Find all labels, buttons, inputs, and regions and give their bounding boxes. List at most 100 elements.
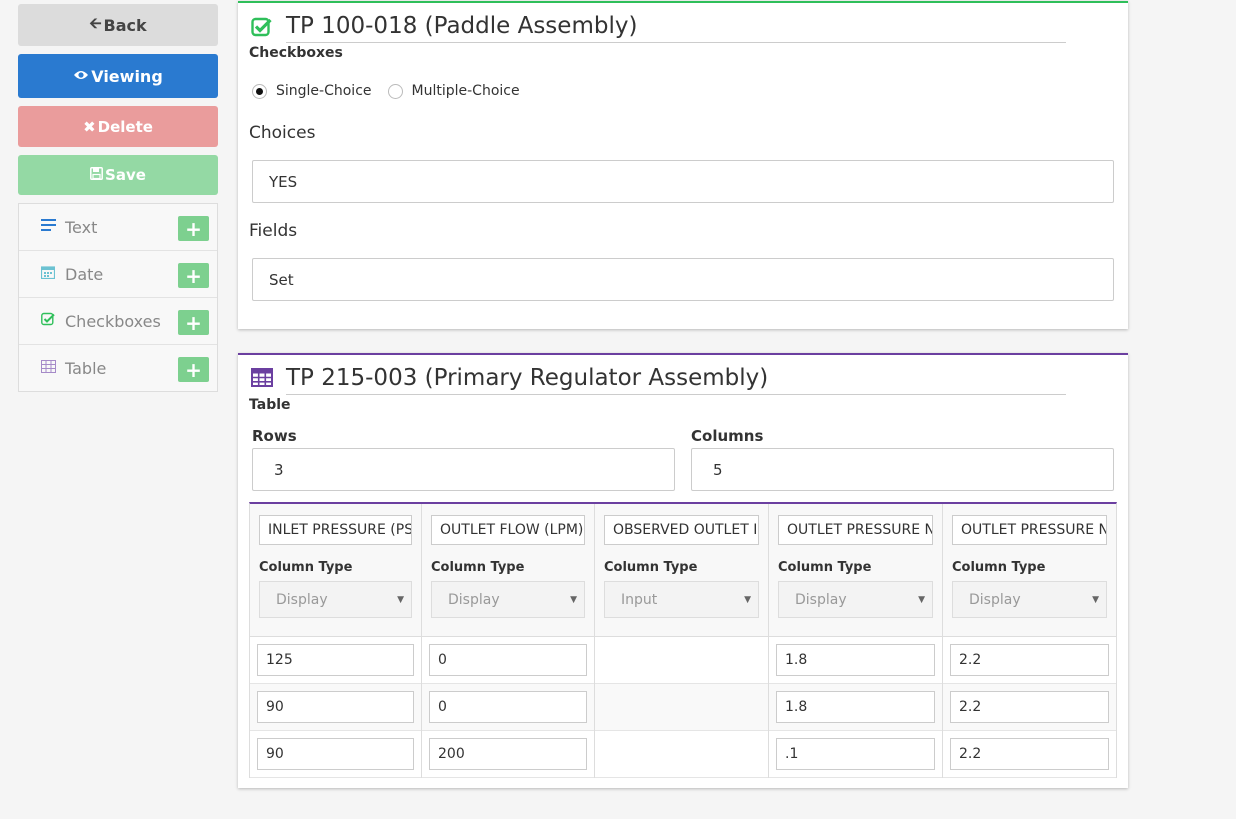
table-column: OUTLET PRESSURE N Column Type Display ▼ … xyxy=(769,504,943,778)
card-kind-label: Table xyxy=(249,397,291,413)
save-button[interactable]: Save xyxy=(18,155,218,195)
column-type-select[interactable]: Input ▼ xyxy=(604,581,759,618)
table-row: 2.2 xyxy=(943,731,1116,778)
back-label: Back xyxy=(103,15,147,35)
checkboxes-card: TP 100-018 (Paddle Assembly) Checkboxes … xyxy=(238,1,1128,329)
table-row xyxy=(595,637,768,684)
column-header: OUTLET PRESSURE N Column Type Display ▼ xyxy=(943,504,1116,637)
add-table-button[interactable]: + xyxy=(178,357,209,382)
palette-item-checkboxes: Checkboxes + xyxy=(19,298,217,345)
cell-input[interactable]: 0 xyxy=(429,644,587,676)
column-type-label: Column Type xyxy=(604,560,698,575)
column-header-input[interactable]: OUTLET FLOW (LPM) xyxy=(431,515,585,545)
arrow-left-icon: 🡨 xyxy=(89,13,102,32)
column-type-select[interactable]: Display ▼ xyxy=(952,581,1107,618)
caret-down-icon: ▼ xyxy=(570,595,577,605)
column-type-select[interactable]: Display ▼ xyxy=(778,581,933,618)
caret-down-icon: ▼ xyxy=(744,595,751,605)
close-icon: ✖ xyxy=(83,117,96,136)
palette-label: Checkboxes xyxy=(65,311,161,331)
column-header-input[interactable]: OUTLET PRESSURE N xyxy=(952,515,1107,545)
column-header: OUTLET FLOW (LPM) Column Type Display ▼ xyxy=(422,504,594,637)
card-kind-label: Checkboxes xyxy=(249,45,343,61)
column-header-input[interactable]: INLET PRESSURE (PS xyxy=(259,515,412,545)
palette-item-text: Text + xyxy=(19,204,217,251)
caret-down-icon: ▼ xyxy=(397,595,404,605)
column-type-value: Display xyxy=(969,591,1021,608)
column-type-label: Column Type xyxy=(259,560,353,575)
table-row xyxy=(595,731,768,778)
cell-input[interactable]: .1 xyxy=(776,738,935,770)
column-header: OBSERVED OUTLET I Column Type Input ▼ xyxy=(595,504,768,637)
multiple-choice-radio[interactable] xyxy=(387,83,403,99)
palette-label: Table xyxy=(65,359,107,378)
table-icon xyxy=(251,368,273,390)
column-header-input[interactable]: OUTLET PRESSURE N xyxy=(778,515,933,545)
cell-input[interactable]: 1.8 xyxy=(776,644,935,676)
table-row: 90 xyxy=(250,684,421,731)
cell-input[interactable]: 200 xyxy=(429,738,587,770)
columns-input[interactable]: 5 xyxy=(691,448,1114,491)
column-type-select[interactable]: Display ▼ xyxy=(431,581,585,618)
column-type-select[interactable]: Display ▼ xyxy=(259,581,412,618)
table-row: 125 xyxy=(250,637,421,684)
table-row: 0 xyxy=(422,684,594,731)
table-row: 1.8 xyxy=(769,637,942,684)
table-column: INLET PRESSURE (PS Column Type Display ▼… xyxy=(250,504,422,778)
table-column: OBSERVED OUTLET I Column Type Input ▼ xyxy=(595,504,769,778)
column-header-input[interactable]: OBSERVED OUTLET I xyxy=(604,515,759,545)
check-square-icon xyxy=(40,312,56,330)
add-text-button[interactable]: + xyxy=(178,216,209,241)
eye-icon xyxy=(73,67,89,85)
choices-input[interactable]: YES xyxy=(252,160,1114,203)
cell-input[interactable]: 90 xyxy=(257,691,414,723)
multiple-choice-label: Multiple-Choice xyxy=(411,83,520,99)
cell-input[interactable]: 0 xyxy=(429,691,587,723)
cell-input[interactable]: 2.2 xyxy=(950,691,1109,723)
fields-input[interactable]: Set xyxy=(252,258,1114,301)
single-choice-label: Single-Choice xyxy=(276,83,372,99)
palette-item-table: Table + xyxy=(19,345,217,392)
add-date-button[interactable]: + xyxy=(178,263,209,288)
card-title: TP 100-018 (Paddle Assembly) xyxy=(286,13,638,39)
element-palette: Text + Date + Checkboxes + Table + xyxy=(18,203,218,392)
calendar-icon xyxy=(40,265,56,283)
check-square-icon xyxy=(251,16,273,38)
back-button[interactable]: 🡨 Back xyxy=(18,4,218,46)
single-choice-radio[interactable] xyxy=(252,83,267,99)
card-title: TP 215-003 (Primary Regulator Assembly) xyxy=(286,365,769,391)
column-header: OUTLET PRESSURE N Column Type Display ▼ xyxy=(769,504,942,637)
cell-input[interactable]: 1.8 xyxy=(776,691,935,723)
table-editor: INLET PRESSURE (PS Column Type Display ▼… xyxy=(249,502,1117,778)
delete-button[interactable]: ✖ Delete xyxy=(18,106,218,147)
table-row: 0 xyxy=(422,637,594,684)
choice-mode-radios: Single-Choice Multiple-Choice xyxy=(252,83,536,99)
cell-input[interactable]: 2.2 xyxy=(950,644,1109,676)
table-row: 200 xyxy=(422,731,594,778)
palette-item-date: Date + xyxy=(19,251,217,298)
cell-input[interactable]: 2.2 xyxy=(950,738,1109,770)
table-row: .1 xyxy=(769,731,942,778)
title-divider xyxy=(286,42,1066,43)
title-divider xyxy=(286,394,1066,395)
choices-label: Choices xyxy=(249,123,316,143)
columns-label: Columns xyxy=(691,427,764,445)
column-header: INLET PRESSURE (PS Column Type Display ▼ xyxy=(250,504,421,637)
column-type-label: Column Type xyxy=(431,560,525,575)
column-type-value: Display xyxy=(276,591,328,608)
table-row: 90 xyxy=(250,731,421,778)
viewing-button[interactable]: Viewing xyxy=(18,54,218,98)
cell-input[interactable]: 90 xyxy=(257,738,414,770)
rows-input[interactable]: 3 xyxy=(252,448,675,491)
cell-input[interactable]: 125 xyxy=(257,644,414,676)
column-type-label: Column Type xyxy=(952,560,1046,575)
lines-icon xyxy=(40,219,56,235)
column-type-value: Display xyxy=(448,591,500,608)
table-row xyxy=(595,684,768,731)
caret-down-icon: ▼ xyxy=(1092,595,1099,605)
column-type-label: Column Type xyxy=(778,560,872,575)
column-type-value: Display xyxy=(795,591,847,608)
table-row: 2.2 xyxy=(943,637,1116,684)
table-column: OUTLET FLOW (LPM) Column Type Display ▼ … xyxy=(422,504,595,778)
add-checkboxes-button[interactable]: + xyxy=(178,310,209,335)
